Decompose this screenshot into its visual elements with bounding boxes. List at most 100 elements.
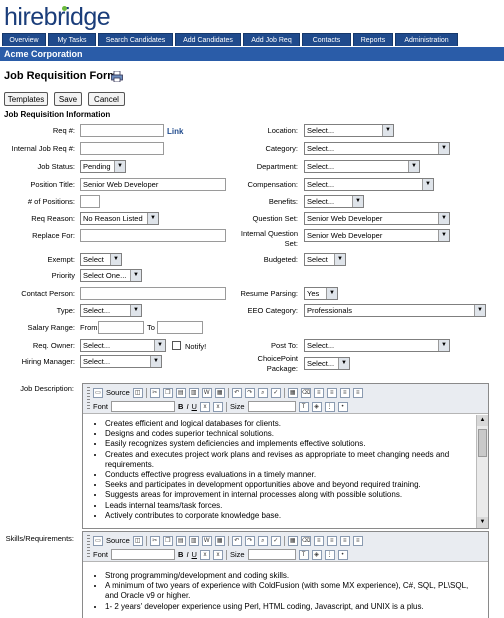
size-select[interactable] [247,401,296,412]
paste-text-icon[interactable]: ▥ [188,535,199,546]
source-icon[interactable]: ▭ [93,387,103,398]
source-icon[interactable]: ▭ [93,535,103,546]
budgeted-select[interactable]: Select ▼ [304,253,346,266]
salary-from-input[interactable] [98,321,144,334]
notify-checkbox[interactable] [172,341,181,350]
cut-icon[interactable]: ✂ [149,387,160,398]
paste-icon[interactable]: ▤ [175,535,186,546]
underline-button[interactable]: U [192,550,197,559]
bold-button[interactable]: B [178,402,183,411]
category-select[interactable]: Select... ▼ [304,142,450,155]
paste-word-icon[interactable]: W [201,387,212,398]
superscript-icon[interactable]: x [212,401,223,412]
salary-to-input[interactable] [157,321,203,334]
question-set-select[interactable]: Senior Web Developer ▼ [304,212,450,225]
job-description-content[interactable]: Creates efficient and logical databases … [83,415,476,528]
bullet-list-icon[interactable]: • [337,549,348,560]
req-link[interactable]: Link [167,127,183,136]
cancel-button[interactable]: Cancel [88,92,125,106]
bold-button[interactable]: B [178,550,183,559]
scroll-up-icon[interactable]: ▲ [477,415,488,426]
justify-icon[interactable]: ≡ [352,387,363,398]
source-button[interactable]: Source [106,388,130,397]
redo-icon[interactable]: ↷ [244,387,255,398]
resume-parsing-select[interactable]: Yes ▼ [304,287,338,300]
bg-color-icon[interactable]: ◈ [311,401,322,412]
hiring-manager-select[interactable]: Select... ▼ [80,355,162,368]
department-select[interactable]: Select... ▼ [304,160,420,173]
subscript-icon[interactable]: x [199,401,210,412]
undo-icon[interactable]: ↶ [231,387,242,398]
align-left-icon[interactable]: ≡ [313,387,324,398]
tab-my-tasks[interactable]: My Tasks [48,33,96,46]
req-owner-select[interactable]: Select... ▼ [80,339,166,352]
redo-icon[interactable]: ↷ [244,535,255,546]
post-to-select[interactable]: Select... ▼ [304,339,450,352]
job-status-select[interactable]: Pending ▼ [80,160,126,173]
location-select[interactable]: Select... ▼ [304,124,394,137]
size-select[interactable] [247,549,296,560]
scroll-thumb[interactable] [478,429,487,457]
numbered-list-icon[interactable]: ⋮ [324,549,335,560]
compensation-select[interactable]: Select... ▼ [304,178,434,191]
req-reason-select[interactable]: No Reason Listed ▼ [80,212,159,225]
save-button[interactable]: Save [54,92,82,106]
skills-editor[interactable]: ▭ Source ◫ ✂ ❐ ▤ ▥ W ▦ ↶ ↷ ⌕ ✓ ▦ ⌫ ≡ ≡ ≡… [82,531,489,618]
eraser-icon[interactable]: ⌫ [300,387,311,398]
subscript-icon[interactable]: x [199,549,210,560]
eeo-category-select[interactable]: Professionals ▼ [304,304,486,317]
position-title-input[interactable]: Senior Web Developer [80,178,226,191]
bullet-list-icon[interactable]: • [337,401,348,412]
spellcheck-icon[interactable]: ✓ [270,535,281,546]
align-center-icon[interactable]: ≡ [326,387,337,398]
internal-question-set-select[interactable]: Senior Web Developer ▼ [304,229,450,242]
preview-icon[interactable]: ◫ [132,535,143,546]
find-icon[interactable]: ⌕ [257,387,268,398]
type-select[interactable]: Select... ▼ [80,304,142,317]
job-description-scrollbar[interactable]: ▲ ▼ [476,415,488,528]
skills-content[interactable]: Strong programming/development and codin… [83,563,476,618]
tab-reports[interactable]: Reports [353,33,393,46]
table-icon[interactable]: ▦ [287,535,298,546]
print-icon[interactable] [111,71,123,82]
table-icon[interactable]: ▦ [287,387,298,398]
bg-color-icon[interactable]: ◈ [311,549,322,560]
align-center-icon[interactable]: ≡ [326,535,337,546]
justify-icon[interactable]: ≡ [352,535,363,546]
text-color-icon[interactable]: T [298,549,309,560]
cut-icon[interactable]: ✂ [149,535,160,546]
preview-icon[interactable]: ◫ [132,387,143,398]
align-right-icon[interactable]: ≡ [339,535,350,546]
print-icon[interactable]: ▦ [214,387,225,398]
tab-add-job-req[interactable]: Add Job Req [243,33,300,46]
benefits-select[interactable]: Select... ▼ [304,195,364,208]
text-color-icon[interactable]: T [298,401,309,412]
scroll-down-icon[interactable]: ▼ [477,517,488,528]
num-positions-input[interactable] [80,195,100,208]
undo-icon[interactable]: ↶ [231,535,242,546]
tab-administration[interactable]: Administration [395,33,458,46]
underline-button[interactable]: U [192,402,197,411]
tab-overview[interactable]: Overview [2,33,46,46]
copy-icon[interactable]: ❐ [162,535,173,546]
exempt-select[interactable]: Select ▼ [80,253,122,266]
print-icon[interactable]: ▦ [214,535,225,546]
tab-contacts[interactable]: Contacts [302,33,351,46]
spellcheck-icon[interactable]: ✓ [270,387,281,398]
italic-button[interactable]: I [186,402,188,411]
align-left-icon[interactable]: ≡ [313,535,324,546]
numbered-list-icon[interactable]: ⋮ [324,401,335,412]
font-select[interactable] [111,401,176,412]
tab-add-candidates[interactable]: Add Candidates [175,33,241,46]
find-icon[interactable]: ⌕ [257,535,268,546]
paste-icon[interactable]: ▤ [175,387,186,398]
paste-word-icon[interactable]: W [201,535,212,546]
req-num-input[interactable] [80,124,164,137]
copy-icon[interactable]: ❐ [162,387,173,398]
eraser-icon[interactable]: ⌫ [300,535,311,546]
contact-person-input[interactable] [80,287,226,300]
priority-select[interactable]: Select One... ▼ [80,269,142,282]
templates-button[interactable]: Templates [4,92,48,106]
tab-search-candidates[interactable]: Search Candidates [98,33,173,46]
italic-button[interactable]: I [186,550,188,559]
